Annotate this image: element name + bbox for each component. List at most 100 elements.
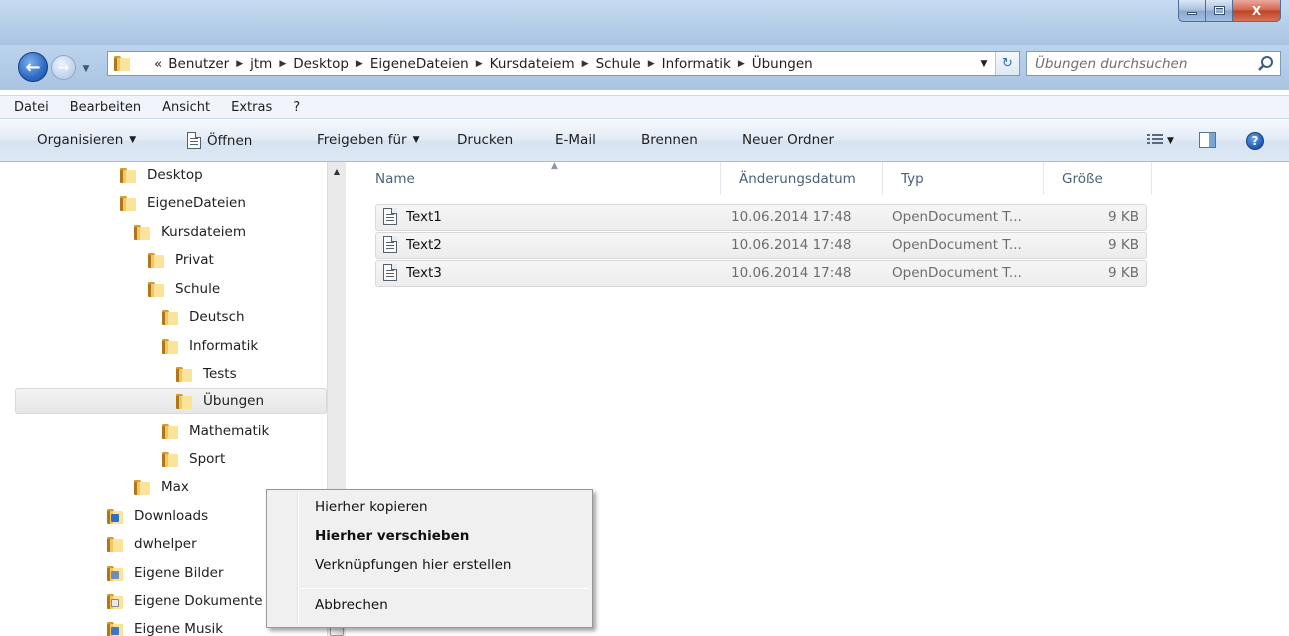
menu-item-cancel[interactable]: Abbrechen <box>315 597 388 613</box>
tree-item-privat[interactable]: Privat <box>148 247 214 273</box>
change-view-icon[interactable] <box>1147 134 1163 148</box>
minimize-button[interactable] <box>1178 0 1206 22</box>
folder-icon <box>162 451 178 467</box>
tree-item-label: Deutsch <box>189 309 245 325</box>
file-name: Text1 <box>406 209 442 225</box>
folder-icon <box>176 366 192 382</box>
breadcrumb-item[interactable]: Informatik <box>659 56 734 72</box>
tree-item-tests[interactable]: Tests <box>176 361 237 387</box>
tree-item-label: Schule <box>175 281 221 297</box>
file-size: 9 KB <box>1108 265 1139 281</box>
column-header-type[interactable]: Typ <box>883 162 1044 195</box>
tree-item-eigene-bilder[interactable]: Eigene Bilder <box>107 560 224 586</box>
document-icon <box>383 264 397 281</box>
close-button[interactable]: X <box>1233 0 1281 22</box>
tree-item-informatik[interactable]: Informatik <box>162 333 258 359</box>
new-folder-label: Neuer Ordner <box>742 132 835 148</box>
menu-extras[interactable]: Extras <box>219 100 281 115</box>
file-row[interactable]: Text1 10.06.2014 17:48 OpenDocument T...… <box>375 204 1147 231</box>
file-date: 10.06.2014 17:48 <box>731 209 852 225</box>
address-history-dropdown[interactable]: ▼ <box>974 52 994 75</box>
share-button[interactable]: Freigeben für ▼ <box>317 132 419 148</box>
tree-item-kursdateiem[interactable]: Kursdateiem <box>134 219 246 245</box>
burn-label: Brennen <box>641 132 698 148</box>
menu-ansicht[interactable]: Ansicht <box>150 100 219 115</box>
chevron-right-icon[interactable]: ▶ <box>578 59 593 69</box>
tree-item-deutsch[interactable]: Deutsch <box>162 304 245 330</box>
pictures-folder-icon <box>107 565 123 581</box>
print-button[interactable]: Drucken <box>457 132 513 148</box>
tree-item-downloads[interactable]: Downloads <box>107 503 208 529</box>
new-folder-button[interactable]: Neuer Ordner <box>742 132 834 148</box>
chevron-right-icon[interactable]: ▶ <box>275 59 290 69</box>
menu-bearbeiten[interactable]: Bearbeiten <box>58 100 150 115</box>
menu-item-move-here[interactable]: Hierher verschieben <box>315 528 469 544</box>
email-button[interactable]: E-Mail <box>555 132 596 148</box>
breadcrumb-item[interactable]: EigeneDateien <box>367 56 472 72</box>
maximize-button[interactable] <box>1206 0 1233 22</box>
tree-item-dwhelper[interactable]: dwhelper <box>107 531 197 557</box>
menu-item-create-shortcuts[interactable]: Verknüpfungen hier erstellen <box>315 557 511 573</box>
breadcrumb-item[interactable]: Benutzer <box>165 56 232 72</box>
open-button[interactable]: Öffnen <box>187 132 252 149</box>
menu-datei[interactable]: Datei <box>0 100 58 115</box>
command-bar: Organisieren ▼ Öffnen Freigeben für ▼ Druc… <box>0 120 1289 162</box>
tree-item-max[interactable]: Max <box>134 474 189 500</box>
music-folder-icon <box>107 621 123 636</box>
breadcrumb-item[interactable]: jtm <box>247 56 275 72</box>
file-name: Text2 <box>406 237 442 253</box>
breadcrumb-overflow[interactable]: « <box>151 56 165 72</box>
refresh-button[interactable]: ↻ <box>995 52 1019 75</box>
back-arrow-icon: ← <box>25 56 41 78</box>
file-row[interactable]: Text2 10.06.2014 17:48 OpenDocument T...… <box>375 232 1147 259</box>
file-date: 10.06.2014 17:48 <box>731 237 852 253</box>
breadcrumb-item[interactable]: Desktop <box>290 56 352 72</box>
tree-item-mathematik[interactable]: Mathematik <box>162 418 269 444</box>
column-header-date[interactable]: Änderungsdatum <box>721 162 883 195</box>
search-icon[interactable] <box>1255 53 1277 75</box>
search-input[interactable]: Übungen durchsuchen <box>1026 51 1281 76</box>
forward-button[interactable]: → <box>51 55 76 80</box>
chevron-right-icon[interactable]: ▶ <box>644 59 659 69</box>
tree-item-eigene-musik[interactable]: Eigene Musik <box>107 616 223 636</box>
tree-item-desktop[interactable]: Desktop <box>120 162 203 188</box>
breadcrumb-item[interactable]: Kursdateiem <box>487 56 578 72</box>
help-icon[interactable]: ? <box>1246 132 1264 150</box>
tree-item-eigene-dokumente[interactable]: Eigene Dokumente <box>107 588 263 614</box>
scroll-up-icon[interactable]: ▲ <box>328 162 346 180</box>
preview-pane-icon[interactable] <box>1199 132 1216 148</box>
file-name: Text3 <box>406 265 442 281</box>
menu-item-copy-here[interactable]: Hierher kopieren <box>315 499 428 515</box>
file-row[interactable]: Text3 10.06.2014 17:48 OpenDocument T...… <box>375 260 1147 287</box>
tree-item-uebungen[interactable]: Übungen <box>15 388 327 414</box>
tree-item-sport[interactable]: Sport <box>162 446 225 472</box>
column-header-size[interactable]: Größe <box>1044 162 1152 195</box>
chevron-down-icon[interactable]: ▼ <box>1167 136 1174 146</box>
chevron-right-icon[interactable]: ▶ <box>232 59 247 69</box>
refresh-icon: ↻ <box>1002 56 1013 71</box>
menu-help[interactable]: ? <box>281 100 309 115</box>
tree-item-label: Mathematik <box>189 423 270 439</box>
folder-icon <box>162 338 178 354</box>
tree-item-label: Eigene Bilder <box>134 565 224 581</box>
chevron-down-icon: ▼ <box>980 58 988 69</box>
breadcrumb-item-current[interactable]: Übungen <box>749 56 816 72</box>
back-button[interactable]: ← <box>18 52 48 82</box>
chevron-right-icon[interactable]: ▶ <box>352 59 367 69</box>
column-header-name[interactable]: Name ▲ <box>357 161 721 195</box>
folder-icon <box>120 167 136 183</box>
breadcrumb-item[interactable]: Schule <box>593 56 644 72</box>
chevron-right-icon[interactable]: ▶ <box>472 59 487 69</box>
tree-item-schule[interactable]: Schule <box>148 276 220 302</box>
organize-button[interactable]: Organisieren ▼ <box>37 132 136 148</box>
burn-button[interactable]: Brennen <box>641 132 698 148</box>
breadcrumb: « Benutzer ▶ jtm ▶ Desktop ▶ EigeneDatei… <box>151 56 816 72</box>
folder-icon <box>176 393 192 409</box>
recent-pages-dropdown[interactable]: ▼ <box>79 60 93 78</box>
minimize-icon <box>1187 12 1197 15</box>
tree-item-eigenedateien[interactable]: EigeneDateien <box>120 190 246 216</box>
address-bar[interactable]: « Benutzer ▶ jtm ▶ Desktop ▶ EigeneDatei… <box>107 51 1020 76</box>
tree-item-label: EigeneDateien <box>147 195 246 211</box>
chevron-right-icon[interactable]: ▶ <box>734 59 749 69</box>
organize-label: Organisieren <box>37 132 124 148</box>
